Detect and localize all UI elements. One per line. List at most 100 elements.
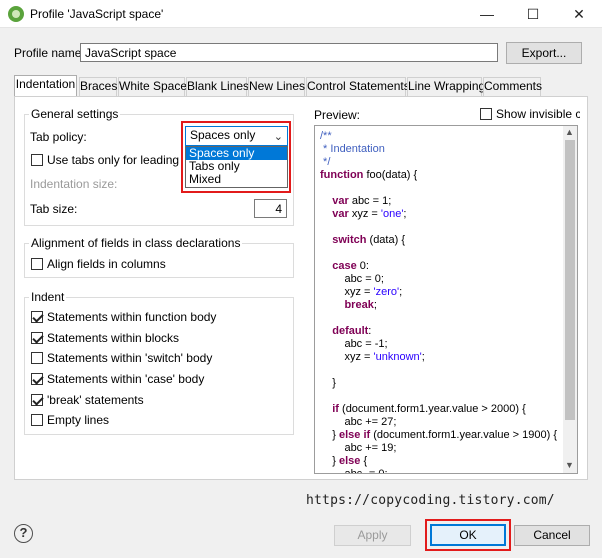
code-token: xyz = bbox=[320, 351, 374, 363]
tab-size-input[interactable]: 4 bbox=[254, 199, 287, 218]
profile-name-label: Profile name: bbox=[14, 46, 85, 60]
code-line: abc += 19; bbox=[320, 442, 557, 455]
tab-line-wrapping[interactable]: Line Wrapping bbox=[407, 77, 485, 96]
general-settings-title: General settings bbox=[29, 107, 121, 121]
tab-braces[interactable]: Braces bbox=[79, 77, 117, 96]
align-fields-label: Align fields in columns bbox=[47, 257, 166, 271]
code-token: var bbox=[332, 208, 349, 220]
indent-function-body-label: Statements within function body bbox=[47, 310, 217, 324]
tab-white-space[interactable]: White Space bbox=[118, 77, 187, 96]
preview-editor[interactable]: /** * Indentation */function foo(data) {… bbox=[314, 125, 578, 474]
code-line: default: bbox=[320, 325, 557, 338]
cancel-button[interactable]: Cancel bbox=[514, 525, 590, 546]
alignment-group-title: Alignment of fields in class declaration… bbox=[29, 236, 243, 250]
code-token: abc += 27; bbox=[320, 416, 397, 428]
scroll-down-arrow-icon[interactable]: ▼ bbox=[565, 460, 574, 470]
indent-break-label: 'break' statements bbox=[47, 393, 144, 407]
code-token: function bbox=[320, 169, 364, 181]
export-button[interactable]: Export... bbox=[506, 42, 582, 64]
code-token: break bbox=[344, 299, 374, 311]
code-token: abc += 19; bbox=[320, 442, 397, 454]
code-token: 'unknown' bbox=[373, 351, 422, 363]
tab-policy-label: Tab policy: bbox=[30, 130, 87, 144]
code-token: { bbox=[360, 455, 368, 467]
show-invisible-label: Show invisible cha bbox=[496, 107, 580, 121]
code-token: ; bbox=[399, 286, 403, 298]
code-token: ; bbox=[373, 299, 377, 311]
dropdown-option-mixed[interactable]: Mixed bbox=[186, 173, 287, 186]
tab-new-lines[interactable]: New Lines bbox=[248, 77, 305, 96]
show-invisible-checkbox[interactable] bbox=[480, 108, 492, 120]
code-line: case 0: bbox=[320, 260, 557, 273]
indent-case-body-checkbox[interactable] bbox=[31, 373, 43, 385]
tab-policy-select[interactable]: Spaces only ⌄ bbox=[185, 126, 288, 146]
scroll-up-arrow-icon[interactable]: ▲ bbox=[565, 127, 574, 137]
indent-empty-lines-label: Empty lines bbox=[47, 413, 110, 427]
code-token: (data) { bbox=[366, 234, 405, 246]
use-tabs-label: Use tabs only for leading ind bbox=[47, 153, 181, 167]
code-token: (document.form1.year.value > 1900) { bbox=[370, 429, 557, 441]
indent-function-body-checkbox[interactable] bbox=[31, 311, 43, 323]
tab-control-statements[interactable]: Control Statements bbox=[306, 77, 410, 96]
preview-scroll-thumb[interactable] bbox=[565, 140, 575, 420]
code-token: if bbox=[332, 403, 339, 415]
code-token: } bbox=[320, 429, 339, 441]
code-token: } bbox=[320, 377, 336, 389]
indent-empty-lines-checkbox[interactable] bbox=[31, 414, 43, 426]
code-line: xyz = 'zero'; bbox=[320, 286, 557, 299]
code-line: */ bbox=[320, 156, 557, 169]
indent-group-title: Indent bbox=[29, 290, 67, 304]
code-token: default bbox=[332, 325, 369, 337]
tab-blank-lines[interactable]: Blank Lines bbox=[186, 77, 249, 96]
indent-break-checkbox[interactable] bbox=[31, 394, 43, 406]
indent-blocks-checkbox[interactable] bbox=[31, 332, 43, 344]
align-fields-checkbox[interactable] bbox=[31, 258, 43, 270]
ok-button[interactable]: OK bbox=[430, 524, 506, 546]
code-token: */ bbox=[320, 156, 331, 168]
chevron-down-icon: ⌄ bbox=[273, 131, 283, 143]
indent-switch-body-checkbox[interactable] bbox=[31, 352, 43, 364]
close-button[interactable]: ✕ bbox=[556, 0, 602, 28]
indent-case-body-label: Statements within 'case' body bbox=[47, 372, 205, 386]
minimize-button[interactable]: — bbox=[464, 0, 510, 28]
tab-indentation[interactable]: Indentation bbox=[14, 75, 77, 97]
help-icon[interactable]: ? bbox=[14, 524, 33, 543]
window-title: Profile 'JavaScript space' bbox=[30, 7, 164, 21]
code-token: ; bbox=[421, 351, 425, 363]
profile-name-input[interactable]: JavaScript space bbox=[80, 43, 498, 62]
code-line: var xyz = 'one'; bbox=[320, 208, 557, 221]
code-token: abc -= 0; bbox=[320, 468, 388, 474]
code-line: * Indentation bbox=[320, 143, 557, 156]
code-line: break; bbox=[320, 299, 557, 312]
code-token: ; bbox=[403, 208, 407, 220]
preview-label: Preview: bbox=[314, 108, 361, 122]
code-token: 'one' bbox=[380, 208, 404, 220]
code-token: } bbox=[320, 455, 339, 467]
use-tabs-checkbox[interactable] bbox=[31, 154, 43, 166]
eclipse-app-icon bbox=[8, 6, 24, 22]
code-line: } else if (document.form1.year.value > 1… bbox=[320, 429, 557, 442]
maximize-button[interactable]: ☐ bbox=[510, 0, 556, 28]
code-line: } else { bbox=[320, 455, 557, 468]
code-token: : bbox=[368, 325, 372, 337]
tab-comments[interactable]: Comments bbox=[483, 77, 542, 96]
code-token: switch bbox=[332, 234, 367, 246]
code-token: 0: bbox=[356, 260, 369, 272]
apply-button[interactable]: Apply bbox=[334, 525, 411, 546]
code-token: abc = 1; bbox=[348, 195, 392, 207]
code-line: function foo(data) { bbox=[320, 169, 557, 182]
code-token: var bbox=[332, 195, 349, 207]
code-token: abc = 0; bbox=[320, 273, 384, 285]
code-line: if (document.form1.year.value > 2000) { bbox=[320, 403, 557, 416]
tab-size-label: Tab size: bbox=[30, 202, 78, 216]
code-token: else bbox=[338, 429, 361, 441]
